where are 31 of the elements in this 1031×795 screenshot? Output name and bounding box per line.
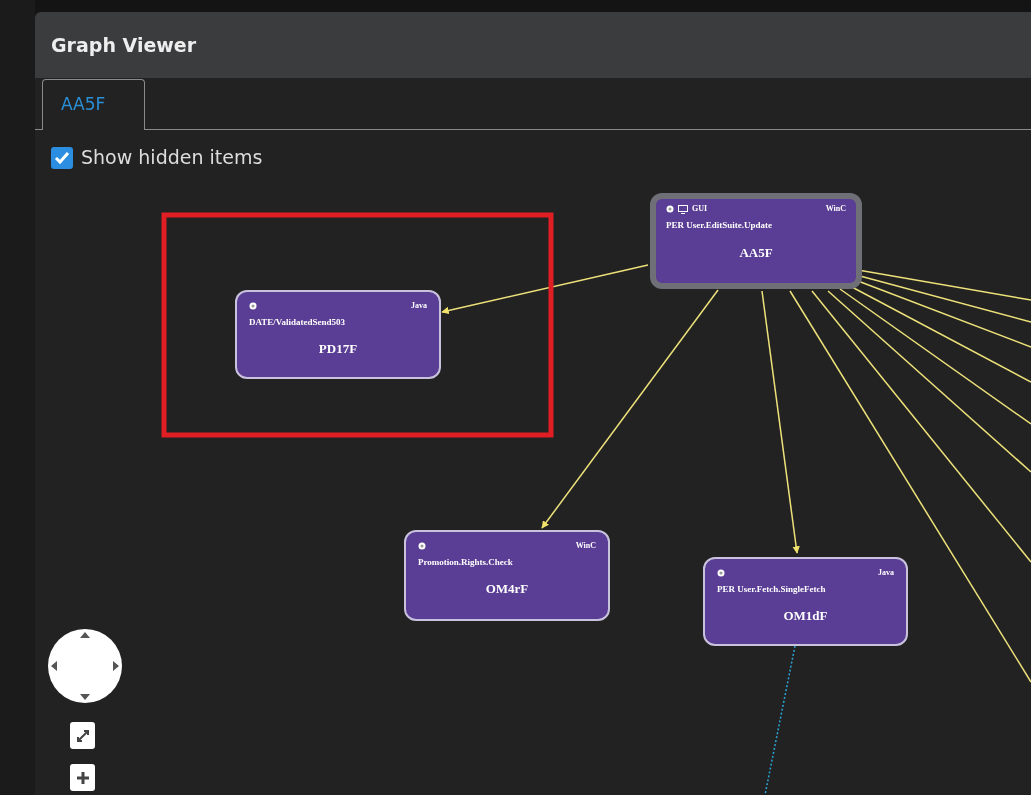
fit-button[interactable] — [70, 722, 95, 749]
monitor-icon — [678, 204, 688, 214]
node-path: DATE/ValidatedSend503 — [249, 316, 347, 329]
node-name: OM1dF — [782, 606, 829, 625]
node-path: PER User.EditSuite.Update — [666, 219, 773, 232]
checkbox-label: Show hidden items — [81, 145, 263, 171]
pan-control[interactable] — [47, 628, 123, 704]
circle-icon[interactable] — [249, 302, 257, 310]
node-platform: Java — [878, 567, 894, 579]
plus-icon — [75, 770, 90, 785]
graph-node[interactable]: GUI WinC PER User.EditSuite.Update AA5F — [650, 193, 862, 289]
expand-icon — [75, 728, 90, 743]
graph-node[interactable]: WinC Promotion.Rights.Check OM4rF — [404, 530, 610, 621]
node-platform: Java — [411, 300, 427, 312]
node-platform: WinC — [575, 540, 596, 552]
window-title: Graph Viewer — [51, 32, 197, 58]
node-name: PD17F — [317, 339, 359, 358]
node-path: PER User.Fetch.SingleFetch — [717, 583, 827, 596]
node-name: AA5F — [738, 243, 774, 262]
node-path: Promotion.Rights.Check — [418, 556, 514, 569]
node-name: OM4rF — [484, 579, 530, 598]
node-platform: WinC — [825, 203, 846, 215]
circle-icon[interactable] — [418, 542, 426, 550]
tab[interactable]: AA5F — [42, 79, 145, 130]
circle-icon[interactable] — [666, 205, 674, 213]
graph-node[interactable]: Java PER User.Fetch.SingleFetch OM1dF — [703, 557, 908, 646]
node-type: GUI — [692, 203, 708, 215]
show-hidden-checkbox[interactable] — [51, 146, 73, 169]
circle-icon[interactable] — [717, 569, 725, 577]
graph-node[interactable]: Java DATE/ValidatedSend503 PD17F — [235, 290, 441, 379]
zoom-in-button[interactable] — [70, 764, 95, 791]
